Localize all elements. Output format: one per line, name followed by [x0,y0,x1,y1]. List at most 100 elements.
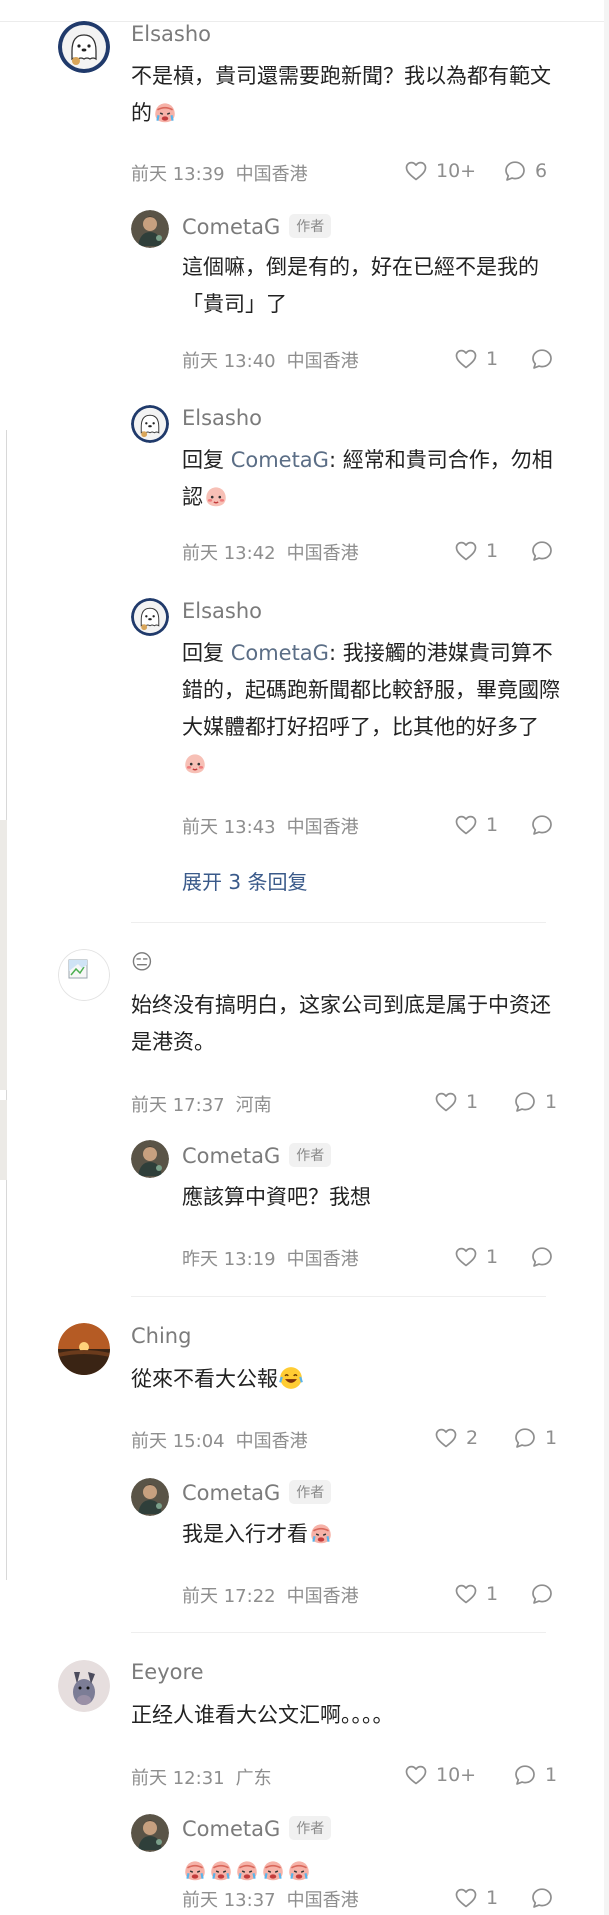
reply-username[interactable]: Elsasho [182,406,262,430]
like-count: 1 [486,1887,499,1909]
reply-avatar[interactable] [131,210,169,248]
avatar[interactable] [58,1660,110,1712]
reply-count: 1 [545,1427,558,1449]
top-divider [0,0,609,22]
comment-bubble-icon [513,1090,537,1114]
reply-avatar[interactable] [131,1814,169,1852]
like-count: 2 [466,1427,479,1449]
left-panel-sliver [0,1100,7,1180]
reply-text-content: 我是入行才看 [182,1522,308,1546]
reply-count: 1 [545,1764,558,1786]
like-count: 1 [486,540,499,562]
thread-divider [131,922,546,923]
like-button[interactable]: 10+ [404,1763,476,1787]
like-count: 1 [486,1246,499,1268]
author-badge: 作者 [289,1143,332,1167]
avatar[interactable] [58,21,110,73]
reply-username[interactable]: Elsasho [182,599,262,623]
like-count: 10+ [436,160,477,182]
comment-location: 中国香港 [235,1431,308,1452]
heart-icon [454,1245,478,1269]
reply-button[interactable]: 6 [503,159,547,183]
reply-meta: 前天 17:22 中国香港 [182,1582,359,1608]
scroll-track[interactable] [604,0,609,1915]
comment-text-content: 不是槓，貴司還需要跑新聞？我以為都有範文的 [131,64,551,125]
reply-text: 回复 CometaG: 經常和貴司合作，勿相認 [182,442,562,521]
mention-link[interactable]: CometaG [231,641,329,665]
reply-meta: 前天 13:43 中国香港 [182,813,359,839]
reply-location: 中国香港 [286,1249,359,1270]
like-count: 1 [466,1091,479,1113]
heart-icon [454,347,478,371]
reply-meta: 前天 13:37 中国香港 [182,1886,359,1912]
like-count: 1 [486,814,499,836]
comment-time: 前天 12:31 [131,1768,225,1789]
comment-text: 正经人谁看大公文汇啊。。。。 [131,1703,394,1727]
reply-time: 前天 13:43 [182,817,276,838]
reply-username-text: CometaG [182,215,281,239]
like-button[interactable]: 2 [434,1426,478,1450]
reply-button[interactable]: 1 [513,1426,557,1450]
comment-meta: 前天 13:39 中国香港 [131,160,308,186]
reply-username[interactable]: CometaG 作者 [182,214,332,239]
mention-link[interactable]: CometaG [231,448,329,472]
comment-bubble-icon [530,539,554,563]
like-button[interactable]: 1 [454,1245,498,1269]
expand-replies-link[interactable]: 展开 3 条回复 [182,866,307,895]
comment-time: 前天 13:39 [131,164,225,185]
reply-text: 我是入行才看 [182,1516,562,1558]
avatar[interactable] [58,949,110,1001]
heart-icon [434,1426,458,1450]
reply-avatar[interactable] [131,405,169,443]
comment-bubble-icon [530,1245,554,1269]
reply-avatar[interactable] [131,1140,169,1178]
comment-username[interactable]: 😑 [131,950,153,974]
reply-username-text: CometaG [182,1817,281,1841]
like-button[interactable]: 1 [454,539,498,563]
comment-username[interactable]: Ching [131,1324,191,1348]
reply-time: 前天 13:42 [182,543,276,564]
like-count: 1 [486,348,499,370]
reply-username[interactable]: CometaG 作者 [182,1143,332,1168]
comment-location: 河南 [235,1095,272,1116]
like-button[interactable]: 1 [454,813,498,837]
reply-location: 中国香港 [286,1890,359,1911]
reply-prefix: 回复 [182,448,224,472]
reply-button[interactable] [530,1245,554,1269]
like-button[interactable]: 1 [454,1886,498,1910]
reply-username[interactable]: CometaG 作者 [182,1816,332,1841]
reply-button[interactable] [530,539,554,563]
comment-text-content: 從來不看大公報 [131,1367,278,1391]
reply-avatar[interactable] [131,598,169,636]
reply-avatar[interactable] [131,1478,169,1516]
comment-text: 不是槓，貴司還需要跑新聞？我以為都有範文的 [131,58,571,137]
reply-button[interactable]: 1 [513,1763,557,1787]
reply-text: 這個嘛，倒是有的，好在已經不是我的「貴司」了 [182,255,539,316]
heart-icon [434,1090,458,1114]
reply-button[interactable] [530,1582,554,1606]
crying-emoji-icon [152,99,178,137]
like-button[interactable]: 1 [454,347,498,371]
heart-icon [454,539,478,563]
reply-count: 6 [535,160,548,182]
like-button[interactable]: 10+ [404,159,476,183]
author-badge: 作者 [289,214,332,238]
reply-username-text: CometaG [182,1481,281,1505]
blushing-emoji-icon [203,483,229,521]
reply-username[interactable]: CometaG 作者 [182,1480,332,1505]
reply-username-text: CometaG [182,1144,281,1168]
comment-username[interactable]: Eeyore [131,1660,204,1684]
like-button[interactable]: 1 [454,1582,498,1606]
reply-time: 昨天 13:19 [182,1249,276,1270]
reply-button[interactable] [530,1886,554,1910]
reply-button[interactable] [530,813,554,837]
comment-location: 广东 [235,1768,272,1789]
comment-username[interactable]: Elsasho [131,22,211,46]
like-button[interactable]: 1 [434,1090,478,1114]
reply-meta: 前天 13:40 中国香港 [182,347,359,373]
avatar[interactable] [58,1323,110,1375]
blushing-emoji-icon [182,750,208,788]
reply-button[interactable] [530,347,554,371]
comment-time: 前天 15:04 [131,1431,225,1452]
reply-button[interactable]: 1 [513,1090,557,1114]
